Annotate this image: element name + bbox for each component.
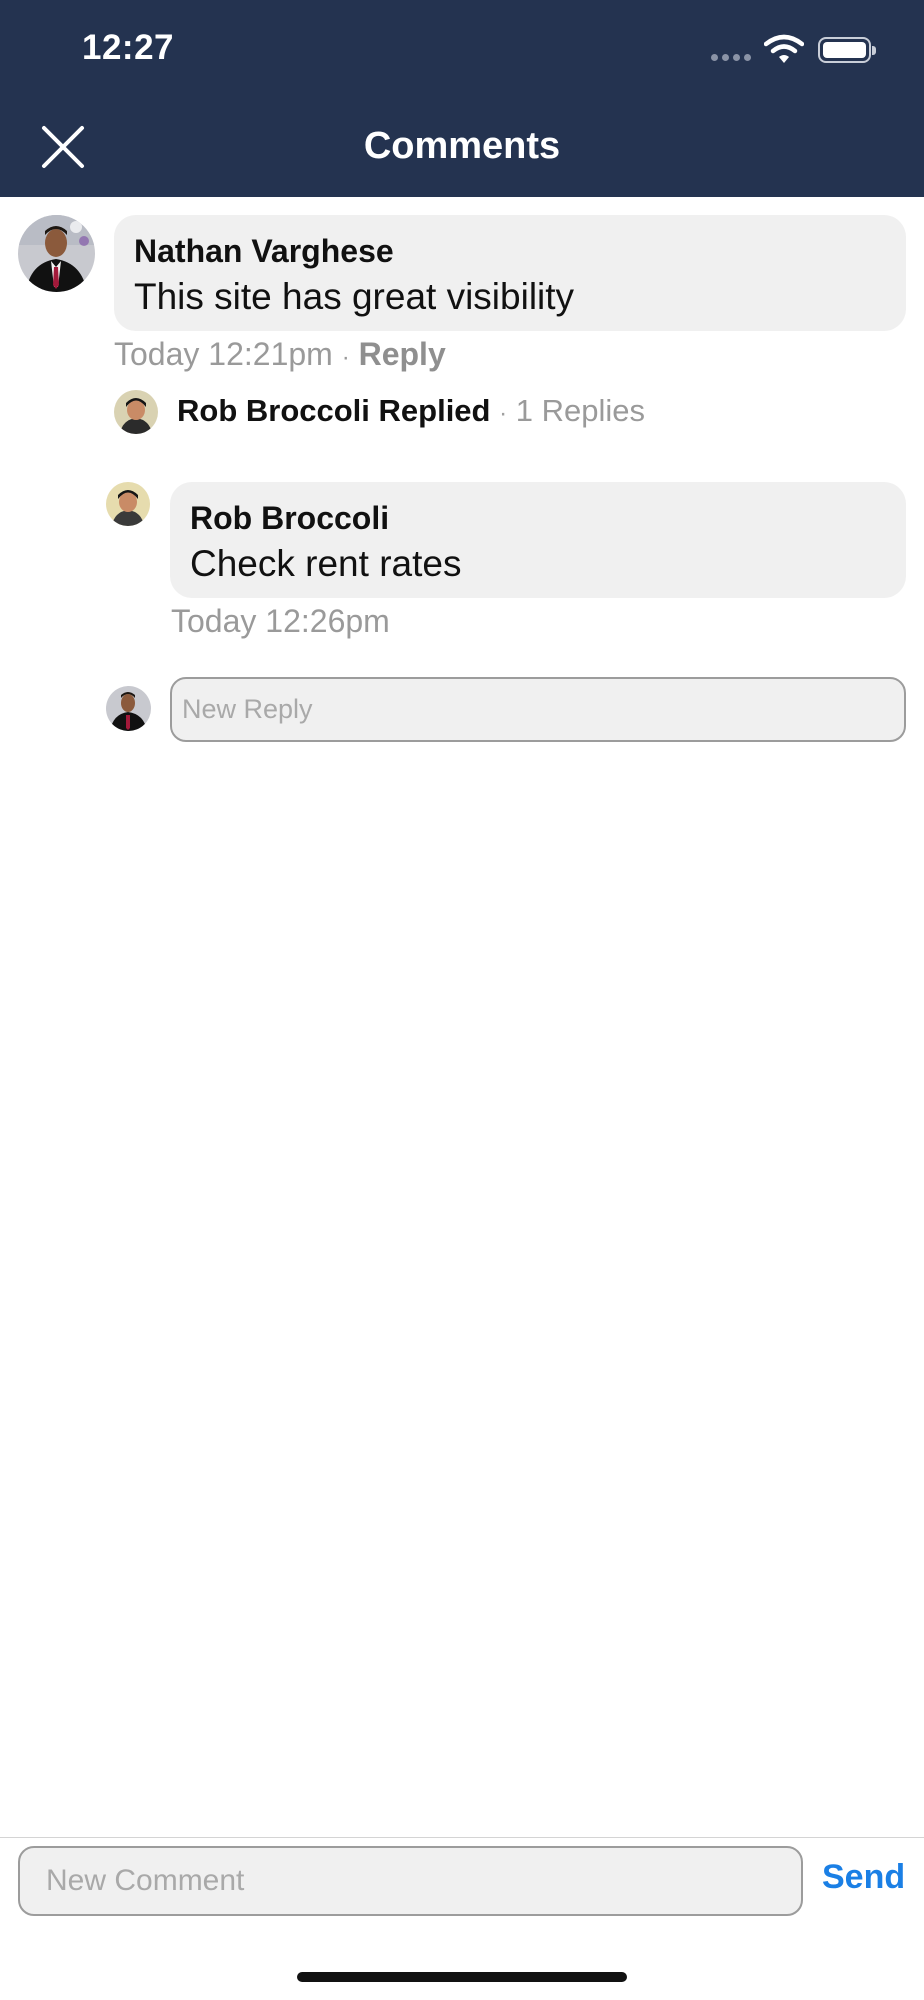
status-time: 12:27 (82, 28, 175, 67)
avatar-current-user (106, 686, 151, 731)
cellular-signal-icon (711, 52, 755, 62)
home-indicator (297, 1972, 627, 1982)
reply-author[interactable]: Rob Broccoli (190, 500, 886, 537)
reply-button[interactable]: Reply (359, 336, 446, 372)
wifi-icon (764, 34, 804, 63)
comment-meta: Today 12:21pm · Reply (114, 336, 446, 373)
reply-timestamp: Today 12:26pm (171, 603, 390, 639)
avatar-rob-small (114, 390, 158, 434)
replies-separator: · (499, 400, 508, 427)
comment-text: This site has great visibility (134, 276, 575, 317)
comment-timestamp: Today 12:21pm (114, 336, 333, 372)
comment-author[interactable]: Nathan Varghese (134, 233, 886, 270)
reply-text: Check rent rates (190, 543, 462, 584)
send-button[interactable]: Send (822, 1858, 905, 1897)
replies-count: 1 Replies (515, 393, 645, 428)
new-reply-input[interactable] (170, 677, 906, 742)
avatar-rob[interactable] (106, 482, 150, 526)
replies-summary[interactable]: Rob Broccoli Replied · 1 Replies (177, 393, 645, 429)
reply-bubble: Rob Broccoli Check rent rates (170, 482, 906, 598)
avatar-nathan[interactable] (18, 215, 95, 292)
meta-separator: · (341, 344, 350, 371)
footer-divider (0, 1837, 924, 1838)
battery-icon (818, 37, 876, 63)
replies-summary-label: Rob Broccoli Replied (177, 393, 491, 428)
header-bar: 12:27 Comments (0, 0, 924, 197)
comment-bubble: Nathan Varghese This site has great visi… (114, 215, 906, 331)
page-title: Comments (363, 125, 561, 167)
new-comment-input[interactable] (18, 1846, 803, 1916)
